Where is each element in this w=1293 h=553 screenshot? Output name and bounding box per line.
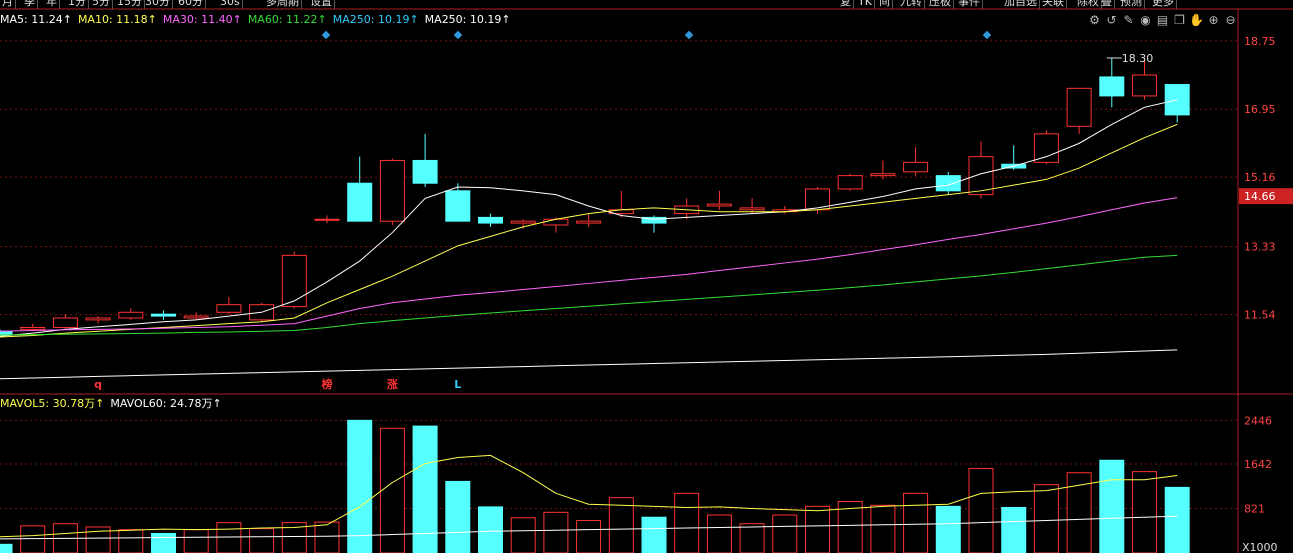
volume-bar (576, 519, 602, 553)
volume-bar (1132, 471, 1157, 553)
volume-bar (772, 514, 798, 553)
candle (85, 317, 111, 321)
ma-line-ma60 (0, 254, 1178, 336)
candle (412, 159, 438, 184)
volume-bar (805, 505, 830, 553)
candle (1099, 76, 1125, 97)
candle (314, 218, 340, 221)
candle (379, 159, 405, 222)
candle (870, 173, 896, 177)
signal-marker: q (94, 378, 102, 391)
max-price-label: 18.30 (1122, 52, 1154, 65)
volume-bar (1099, 459, 1125, 553)
event-marker-icon (982, 30, 992, 40)
volume-bar (20, 525, 46, 553)
volume-bar (706, 514, 732, 553)
candle (20, 326, 46, 330)
candle (739, 207, 765, 211)
candle (903, 161, 929, 173)
current-price-label: 14.66 (1244, 190, 1276, 203)
event-marker-icon (321, 30, 331, 40)
volume-bar (968, 467, 994, 553)
ma-line-ma250 (0, 349, 1178, 380)
volume-bar (0, 543, 13, 553)
volume-bar (314, 521, 340, 553)
volume-bar (347, 419, 373, 553)
candle (216, 304, 242, 313)
candle (1033, 133, 1059, 163)
volume-bar (641, 516, 667, 553)
volume-bar (510, 517, 536, 553)
candle (118, 311, 144, 319)
signal-marker: L (454, 378, 461, 391)
volume-bar (870, 504, 896, 553)
candle (1164, 84, 1190, 116)
volume-bar (151, 532, 176, 553)
volume-bar (739, 523, 765, 553)
price-tick-label: 11.54 (1244, 309, 1276, 322)
candle (706, 203, 732, 207)
volume-bar (674, 492, 700, 553)
volume-tick-label: 821 (1244, 502, 1265, 515)
candle (281, 254, 307, 308)
volume-bar (216, 522, 242, 553)
candle (576, 220, 602, 224)
price-tick-label: 16.95 (1244, 103, 1276, 116)
candle (510, 220, 536, 224)
volume-bar (183, 529, 209, 553)
volume-bar (935, 505, 961, 553)
candle (151, 313, 176, 317)
volume-unit-label: X1000 (1242, 541, 1278, 553)
volume-bar (903, 492, 929, 553)
volume-bar (249, 528, 275, 553)
price-tick-label: 13.33 (1244, 241, 1276, 254)
candle (837, 175, 863, 190)
volume-bar (1033, 484, 1059, 553)
candle (1132, 74, 1157, 97)
price-tick-label: 15.16 (1244, 171, 1276, 184)
event-marker-icon (684, 30, 694, 40)
signal-marker: 榜 (322, 377, 333, 391)
volume-bar (478, 506, 503, 553)
candle (183, 315, 209, 319)
candle (543, 218, 569, 226)
candle (478, 216, 503, 224)
signal-marker: 涨 (387, 377, 398, 391)
candle (935, 175, 961, 192)
event-marker-icon (453, 30, 463, 40)
candle (347, 182, 373, 222)
kline-chart[interactable]: 18.75 16.95 15.16 13.33 11.54 14.66 2446 1642 82… (0, 0, 1293, 553)
volume-bar (543, 511, 569, 553)
candle (1066, 87, 1092, 127)
candle (445, 190, 471, 222)
volume-bar (1164, 486, 1190, 553)
volume-bar (1001, 506, 1027, 553)
volume-tick-label: 1642 (1244, 458, 1272, 471)
volume-bar (445, 480, 471, 553)
volume-tick-label: 2446 (1244, 414, 1272, 427)
candle (52, 317, 78, 328)
volume-bar (118, 529, 144, 553)
price-tick-label: 18.75 (1244, 35, 1276, 48)
